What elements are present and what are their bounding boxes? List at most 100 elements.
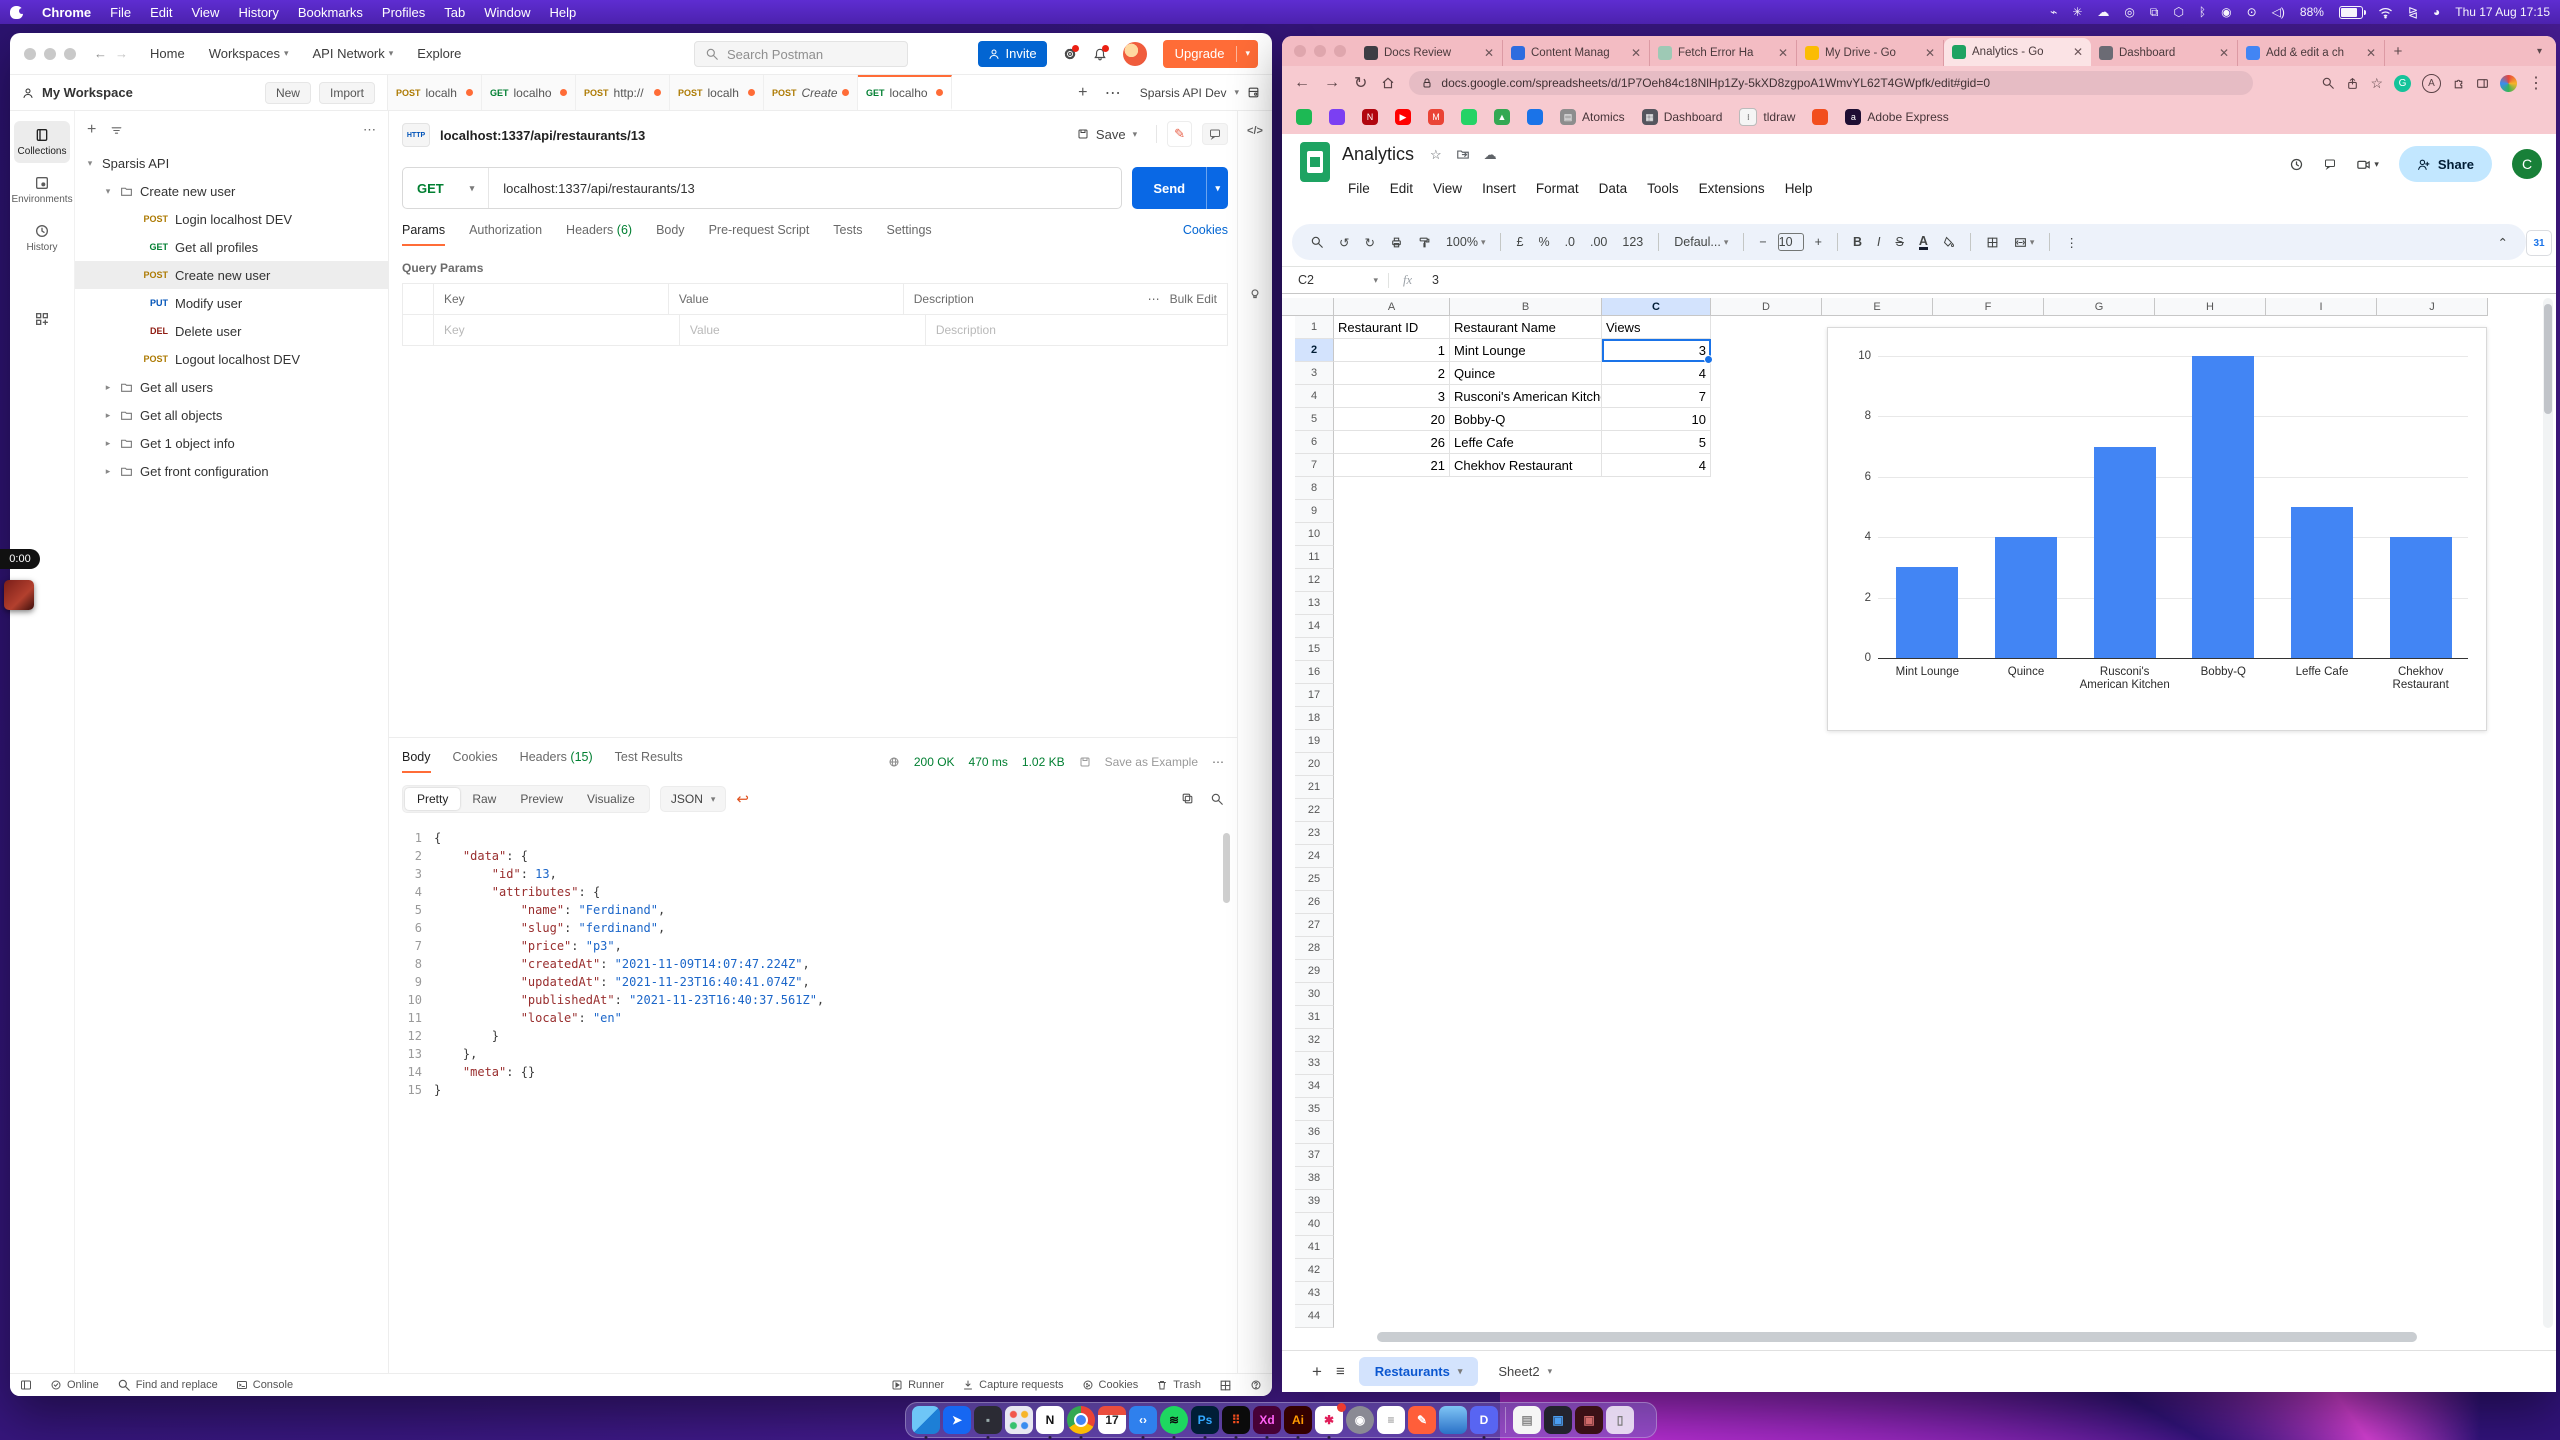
request-delete-user[interactable]: DELDelete user xyxy=(75,317,388,345)
toolbar-more-icon[interactable]: ⋮ xyxy=(2061,233,2082,252)
request-tab-4[interactable]: POSTCreate n xyxy=(764,75,858,110)
row-header-44[interactable]: 44 xyxy=(1295,1305,1334,1328)
split-pane-icon[interactable] xyxy=(1219,1379,1232,1392)
cell-A6[interactable]: 26 xyxy=(1334,431,1450,454)
profile-avatar[interactable] xyxy=(2500,75,2517,92)
row-header-25[interactable]: 25 xyxy=(1295,868,1334,891)
row-header-10[interactable]: 10 xyxy=(1295,523,1334,546)
close-icon[interactable]: ✕ xyxy=(1925,46,1935,60)
chevron-down-icon[interactable]: ▾ xyxy=(1458,1366,1463,1377)
response-tab-cookies[interactable]: Cookies xyxy=(453,750,498,773)
cell-B3[interactable]: Quince xyxy=(1450,362,1602,385)
dock-trash[interactable]: ▯ xyxy=(1606,1406,1634,1434)
close-icon[interactable]: ✕ xyxy=(1631,46,1641,60)
dock-vscode[interactable]: ‹› xyxy=(1129,1406,1157,1434)
row-header-19[interactable]: 19 xyxy=(1295,730,1334,753)
zoom-button[interactable] xyxy=(1334,45,1346,57)
row-header-12[interactable]: 12 xyxy=(1295,569,1334,592)
row-header-21[interactable]: 21 xyxy=(1295,776,1334,799)
response-format-dropdown[interactable]: JSON▾ xyxy=(660,786,727,812)
new-tab-button[interactable]: + xyxy=(1068,75,1098,110)
italic-icon[interactable]: I xyxy=(1873,233,1884,251)
column-header-E[interactable]: E xyxy=(1822,298,1933,316)
scrollbar-thumb[interactable] xyxy=(2544,304,2552,414)
row-header-40[interactable]: 40 xyxy=(1295,1213,1334,1236)
netflix-bookmark[interactable]: N xyxy=(1362,109,1378,125)
column-header-C[interactable]: C xyxy=(1602,298,1711,316)
edit-pencil-icon[interactable]: ✎ xyxy=(1167,121,1192,147)
folder-get-all-objects[interactable]: ▸Get all objects xyxy=(75,401,388,429)
row-header-20[interactable]: 20 xyxy=(1295,753,1334,776)
move-folder-icon[interactable] xyxy=(1456,147,1470,163)
menubar-item-window[interactable]: Window xyxy=(484,5,530,20)
value-input[interactable]: Value xyxy=(680,315,926,345)
text-color-icon[interactable]: A xyxy=(1915,233,1932,252)
response-tab-body[interactable]: Body xyxy=(402,750,431,773)
copy-icon[interactable] xyxy=(1181,792,1194,806)
star-icon[interactable]: ☆ xyxy=(1430,147,1442,163)
all-sheets-icon[interactable]: ≡ xyxy=(1336,1363,1345,1380)
send-options-icon[interactable]: ▾ xyxy=(1206,167,1228,209)
row-header-8[interactable]: 8 xyxy=(1295,477,1334,500)
gmail-bookmark[interactable]: M xyxy=(1428,109,1444,125)
close-icon[interactable]: ✕ xyxy=(2366,46,2376,60)
menu-file[interactable]: File xyxy=(1340,178,1378,199)
dashboard-bookmark[interactable]: ▦Dashboard xyxy=(1642,109,1723,125)
new-button[interactable]: New xyxy=(265,82,311,104)
row-header-36[interactable]: 36 xyxy=(1295,1121,1334,1144)
column-header-G[interactable]: G xyxy=(2044,298,2155,316)
view-pretty[interactable]: Pretty xyxy=(405,788,460,810)
cell-B5[interactable]: Bobby-Q xyxy=(1450,408,1602,431)
browser-tab-6[interactable]: Add & edit a ch✕ xyxy=(2238,40,2385,66)
row-header-31[interactable]: 31 xyxy=(1295,1006,1334,1029)
close-button[interactable] xyxy=(24,48,36,60)
config-tab-tests[interactable]: Tests xyxy=(833,223,862,246)
chevron-down-icon[interactable]: ▾ xyxy=(1548,1366,1553,1377)
new-tab-button[interactable]: + xyxy=(2385,43,2411,60)
folder-create-new-user[interactable]: ▾Create new user xyxy=(75,177,388,205)
avatar[interactable] xyxy=(1123,42,1147,66)
row-header-38[interactable]: 38 xyxy=(1295,1167,1334,1190)
status-trash[interactable]: Trash xyxy=(1156,1379,1201,1391)
sidebar-rail-more[interactable] xyxy=(14,305,70,333)
share-icon[interactable] xyxy=(2346,77,2359,90)
play-circle-icon[interactable]: ◉ xyxy=(2221,5,2231,19)
bluetooth-icon[interactable]: ᛒ xyxy=(2199,5,2206,19)
response-body-json[interactable]: 1{2 "data": {3 "id": 13,4 "attributes": … xyxy=(388,825,1238,1103)
cell-C4[interactable]: 7 xyxy=(1602,385,1711,408)
comments-icon[interactable] xyxy=(2324,158,2336,170)
chevron-down-icon[interactable]: ▾ xyxy=(85,158,95,169)
cell-A7[interactable]: 21 xyxy=(1334,454,1450,477)
tab-options-icon[interactable]: ⋯ xyxy=(1098,75,1128,110)
config-tab-headers-6-[interactable]: Headers (6) xyxy=(566,223,632,246)
cell-B7[interactable]: Chekhov Restaurant xyxy=(1450,454,1602,477)
config-tab-pre-request-script[interactable]: Pre-request Script xyxy=(709,223,810,246)
column-header-F[interactable]: F xyxy=(1933,298,2044,316)
vertical-scrollbar[interactable] xyxy=(2543,298,2553,1328)
dock-adobe-xd[interactable]: Xd xyxy=(1253,1406,1281,1434)
row-header-11[interactable]: 11 xyxy=(1295,546,1334,569)
url-input[interactable]: localhost:1337/api/restaurants/13 xyxy=(489,181,709,196)
nav-item-api-network[interactable]: API Network▾ xyxy=(313,46,394,61)
request-tab-0[interactable]: POSTlocalh xyxy=(388,75,482,110)
lightbulb-icon[interactable] xyxy=(1248,287,1262,301)
minimize-button[interactable] xyxy=(44,48,56,60)
status-console[interactable]: Console xyxy=(236,1379,293,1391)
horizontal-scrollbar-thumb[interactable] xyxy=(1377,1332,2417,1342)
row-header-24[interactable]: 24 xyxy=(1295,845,1334,868)
dock-minimized-window-1[interactable]: ▣ xyxy=(1544,1406,1572,1434)
dock-dark-utility[interactable]: ▪ xyxy=(974,1406,1002,1434)
fill-color-icon[interactable] xyxy=(1939,234,1959,250)
font-size-input[interactable]: 10 xyxy=(1778,233,1804,251)
status-capture-requests[interactable]: Capture requests xyxy=(962,1379,1063,1391)
chart-bar-1[interactable] xyxy=(1896,567,1958,658)
browser-tab-0[interactable]: Docs Review✕ xyxy=(1356,40,1503,66)
menu-view[interactable]: View xyxy=(1425,178,1470,199)
dock-slack[interactable]: ✱ xyxy=(1315,1406,1343,1434)
toolbar-search-icon[interactable] xyxy=(1306,233,1328,251)
row-header-3[interactable]: 3 xyxy=(1295,362,1334,385)
minimize-button[interactable] xyxy=(1314,45,1326,57)
sheet-tab-restaurants[interactable]: Restaurants▾ xyxy=(1359,1357,1479,1386)
cell-C7[interactable]: 4 xyxy=(1602,454,1711,477)
row-header-34[interactable]: 34 xyxy=(1295,1075,1334,1098)
